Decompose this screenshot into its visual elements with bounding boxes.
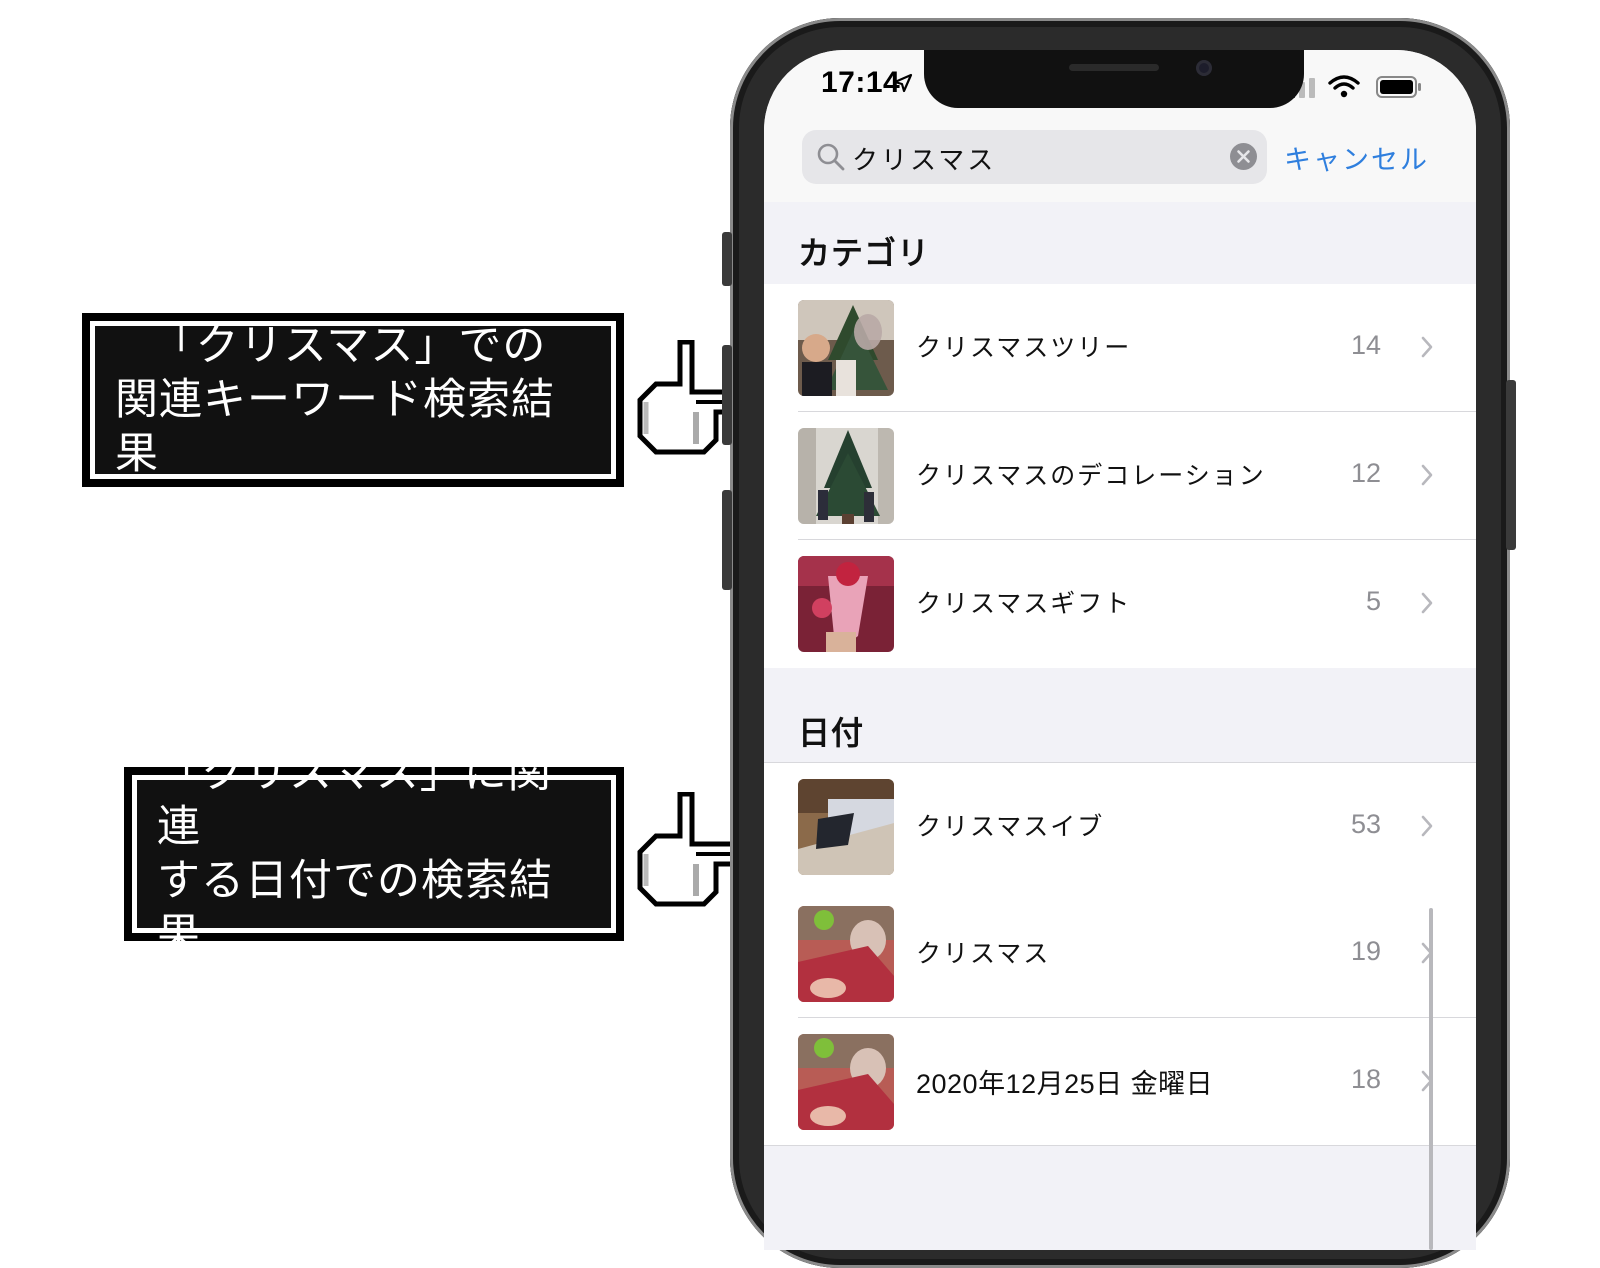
close-icon xyxy=(1237,150,1250,163)
list-item[interactable]: クリスマスギフト 5 xyxy=(764,540,1476,668)
chevron-right-icon xyxy=(1421,815,1433,837)
volume-up-button xyxy=(722,345,732,445)
callout-line-2: する日付での検索結果 xyxy=(157,856,553,960)
notch xyxy=(924,50,1304,108)
list-item-label: 2020年12月25日 金曜日 xyxy=(916,1069,1214,1099)
list-item-label: クリスマスイブ xyxy=(916,812,1105,841)
list-item-count: 5 xyxy=(1365,586,1381,616)
silent-switch xyxy=(722,232,732,286)
list-item-label: クリスマスギフト xyxy=(916,589,1132,618)
list-item-count: 53 xyxy=(1350,809,1381,839)
list-item-count: 19 xyxy=(1350,936,1381,966)
photo-thumbnail xyxy=(798,300,894,396)
photo-thumbnail xyxy=(798,779,894,875)
wifi-icon xyxy=(1328,75,1360,98)
chevron-right-icon xyxy=(1421,592,1433,614)
search-icon xyxy=(817,143,845,171)
status-time: 17:14 xyxy=(821,66,901,99)
list-item[interactable]: 2020年12月25日 金曜日 18 xyxy=(764,1018,1476,1146)
clear-search-button[interactable] xyxy=(1230,143,1257,170)
photo-thumbnail xyxy=(798,906,894,1002)
callout-text-box: 「クリスマス」に関連 する日付での検索結果 xyxy=(132,748,616,960)
list-item-label: クリスマス xyxy=(916,939,1051,968)
callout-line-1: 「クリスマス」での xyxy=(151,321,547,371)
list-item-label: クリスマスツリー xyxy=(916,333,1132,362)
photo-thumbnail xyxy=(798,556,894,652)
list-item-label: クリスマスのデコレーション xyxy=(916,461,1266,490)
scrollbar[interactable] xyxy=(1429,908,1433,1250)
callout-line-1: 「クリスマス」に関連 xyxy=(157,748,552,852)
power-button xyxy=(1506,380,1516,550)
section-title: 日付 xyxy=(798,714,865,752)
front-camera xyxy=(1196,60,1212,76)
search-input[interactable]: クリスマス xyxy=(802,130,1267,184)
phone-screen: 17:14 クリスマス キャンセル カテゴリ クリスマスツリー 14 クリスマス… xyxy=(764,50,1476,1250)
chevron-right-icon xyxy=(1421,336,1433,358)
callout-text-box: 「クリスマス」での 関連キーワード検索結果 xyxy=(90,321,616,479)
section-title: カテゴリ xyxy=(798,234,931,272)
list-item[interactable]: クリスマスイブ 53 xyxy=(764,762,1476,891)
list-item-count: 12 xyxy=(1350,458,1381,488)
section-header-category: カテゴリ xyxy=(764,202,1476,284)
callout-line-2: 関連キーワード検索結果 xyxy=(115,375,555,479)
photo-thumbnail xyxy=(798,1034,894,1130)
callout-related-keywords: 「クリスマス」での 関連キーワード検索結果 xyxy=(82,313,624,487)
list-item[interactable]: クリスマスのデコレーション 12 xyxy=(764,412,1476,540)
list-item[interactable]: クリスマスツリー 14 xyxy=(764,284,1476,412)
list-item-count: 14 xyxy=(1350,330,1381,360)
row-divider xyxy=(764,1145,1476,1146)
cancel-button[interactable]: キャンセル xyxy=(1284,138,1429,177)
list-item[interactable]: クリスマス 19 xyxy=(764,890,1476,1018)
callout-related-dates: 「クリスマス」に関連 する日付での検索結果 xyxy=(124,748,624,960)
earpiece-speaker xyxy=(1069,64,1159,71)
photo-thumbnail xyxy=(798,428,894,524)
battery-icon xyxy=(1376,76,1421,98)
list-item-count: 18 xyxy=(1350,1064,1381,1094)
chevron-right-icon xyxy=(1421,464,1433,486)
section-header-date: 日付 xyxy=(764,668,1476,762)
volume-down-button xyxy=(722,490,732,590)
location-arrow-icon xyxy=(893,73,913,93)
search-query-text: クリスマス xyxy=(852,146,997,176)
